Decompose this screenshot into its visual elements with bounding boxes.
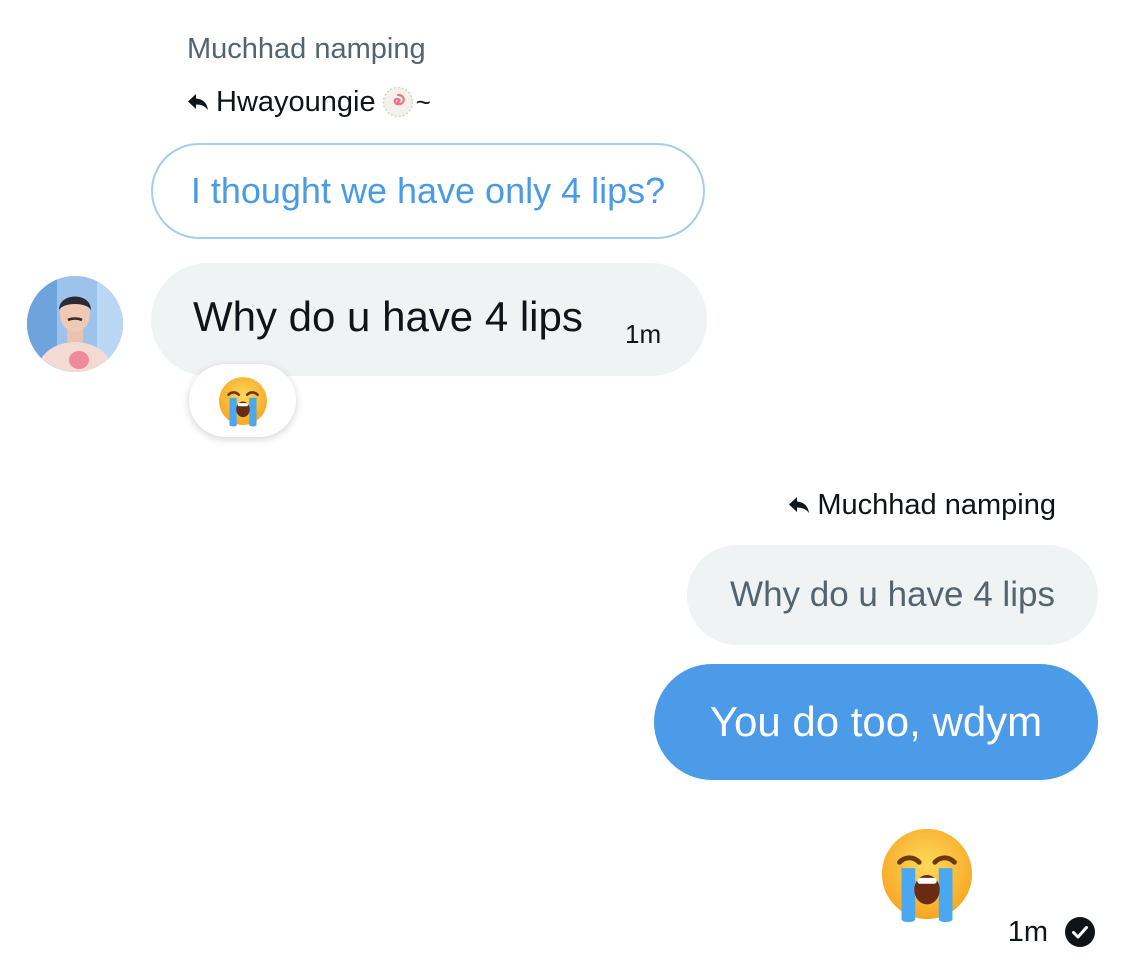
- reply-to-name: Muchhad namping: [817, 488, 1056, 521]
- sender-name: Muchhad namping: [187, 33, 426, 65]
- loudly-crying-face-icon: [218, 376, 267, 426]
- narutomaki-icon: [382, 86, 414, 118]
- reply-to-name: Hwayoungie: [216, 85, 376, 118]
- reply-to-suffix: ~: [415, 86, 431, 117]
- reply-arrow-icon: [789, 497, 810, 513]
- message-timestamp: 1m: [625, 319, 662, 349]
- reply-arrow-icon: [188, 94, 208, 110]
- message-meta-outgoing: 1m: [1008, 912, 1096, 952]
- quoted-message-incoming[interactable]: I thought we have only 4 lips?: [151, 143, 705, 239]
- message-timestamp: 1m: [1007, 915, 1048, 948]
- avatar[interactable]: [27, 276, 123, 372]
- reply-context-outgoing: Muchhad namping: [788, 487, 1056, 523]
- emoji-message[interactable]: [878, 825, 976, 923]
- loudly-crying-face-icon: [881, 828, 973, 923]
- message-text: Why do u have 4 lips: [193, 293, 583, 340]
- reaction-chip[interactable]: [189, 364, 296, 437]
- reply-context-incoming: Hwayoungie ~: [187, 84, 431, 120]
- message-bubble-incoming[interactable]: Why do u have 4 lips 1m: [151, 263, 707, 376]
- quoted-message-outgoing[interactable]: Why do u have 4 lips: [687, 545, 1098, 645]
- check-circle-icon: [1065, 917, 1095, 947]
- message-bubble-outgoing[interactable]: You do too, wdym: [654, 664, 1098, 780]
